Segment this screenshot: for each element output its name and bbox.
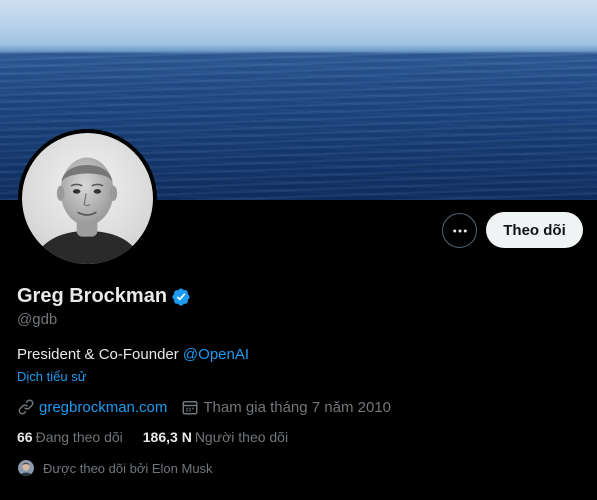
calendar-icon [182, 401, 198, 415]
avatar-photo [22, 133, 153, 264]
followers-label: Người theo dõi [194, 429, 289, 445]
following-count: 66 [17, 429, 33, 445]
follower-avatar [17, 459, 35, 477]
joined-item: Tham gia tháng 7 năm 2010 [181, 398, 391, 416]
translate-bio-link[interactable]: Dịch tiểu sử [17, 369, 86, 384]
profile-bio: President & Co-Founder @OpenAI [17, 346, 249, 363]
followers-count: 186,3 N [142, 429, 192, 445]
profile-meta: gregbrockman.com Tham gia tháng 7 năm 20… [17, 398, 405, 416]
profile-stats: 66 Đang theo dõi 186,3 N Người theo dõi [17, 429, 308, 445]
following-label: Đang theo dõi [35, 429, 123, 445]
joined-date: Tham gia tháng 7 năm 2010 [203, 398, 392, 416]
following-stat[interactable]: 66 Đang theo dõi [17, 429, 123, 445]
profile-avatar[interactable] [18, 129, 157, 268]
more-icon [452, 229, 467, 232]
follower-avatar-photo [18, 460, 34, 476]
bio-text: President & Co-Founder [17, 346, 183, 363]
profile-name-row: Greg Brockman [17, 285, 191, 308]
website-item[interactable]: gregbrockman.com [17, 398, 167, 416]
verified-badge-icon[interactable] [171, 287, 191, 307]
website-link[interactable]: gregbrockman.com [39, 399, 167, 416]
follow-button[interactable]: Theo dõi [486, 212, 583, 248]
followers-stat[interactable]: 186,3 N Người theo dõi [143, 429, 288, 445]
followed-by-text: Được theo dõi bởi Elon Musk [43, 460, 213, 476]
more-options-button[interactable] [442, 213, 477, 248]
bio-mention-link[interactable]: @OpenAI [183, 346, 249, 363]
followed-by-row[interactable]: Được theo dõi bởi Elon Musk [17, 459, 213, 477]
profile-handle: @gdb [17, 311, 58, 328]
profile-name: Greg Brockman [17, 285, 168, 307]
link-icon [18, 399, 34, 415]
